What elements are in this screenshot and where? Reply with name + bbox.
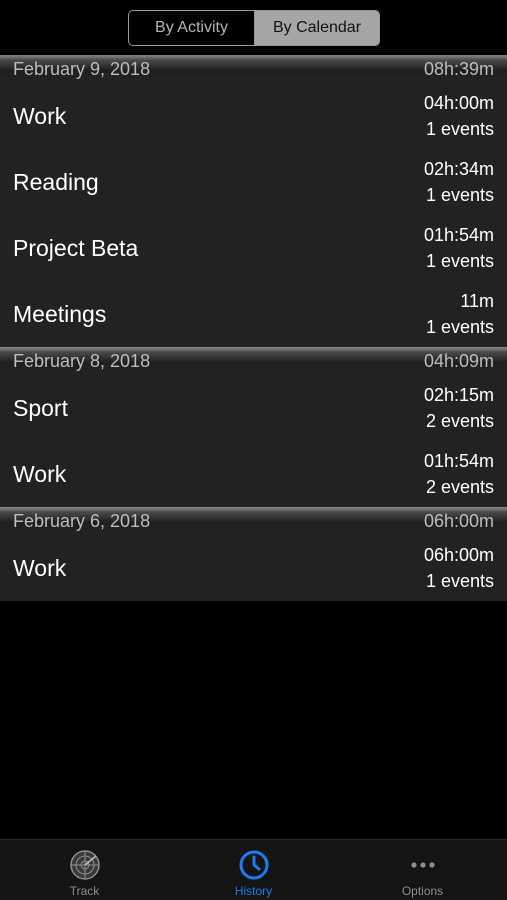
history-list: February 9, 2018 08h:39m Work 04h:00m 1 …: [0, 55, 507, 601]
section-date: February 9, 2018: [13, 58, 151, 79]
activity-duration: 11m: [460, 291, 494, 311]
tab-label: Track: [69, 884, 100, 898]
tab-label: History: [234, 884, 273, 898]
view-mode-segmented-control: By Activity By Calendar: [128, 10, 380, 46]
activity-name: Sport: [13, 394, 68, 421]
list-item[interactable]: Work 04h:00m 1 events: [0, 83, 507, 149]
activity-duration: 02h:34m: [423, 159, 494, 179]
activity-event-count: 2 events: [425, 411, 494, 431]
activity-name: Project Beta: [13, 234, 139, 261]
activity-event-count: 1 events: [425, 317, 494, 337]
activity-name: Meetings: [13, 300, 107, 327]
more-dots-icon: [410, 862, 435, 868]
by-calendar-segment[interactable]: By Calendar: [255, 11, 379, 45]
activity-duration: 02h:15m: [423, 385, 494, 405]
activity-event-count: 2 events: [425, 477, 494, 497]
list-item[interactable]: Reading 02h:34m 1 events: [0, 149, 507, 215]
activity-name: Work: [13, 102, 67, 129]
activity-name: Work: [13, 460, 67, 487]
tab-history[interactable]: History: [169, 840, 338, 900]
activity-event-count: 1 events: [425, 119, 494, 139]
activity-duration: 01h:54m: [423, 451, 494, 471]
tab-bar: Track History Options: [0, 839, 507, 900]
section-total: 06h:00m: [423, 510, 494, 531]
section-date: February 6, 2018: [13, 510, 151, 531]
radar-icon: [69, 850, 100, 880]
activity-event-count: 1 events: [425, 571, 494, 591]
list-item[interactable]: Work 06h:00m 1 events: [0, 535, 507, 601]
by-activity-segment[interactable]: By Activity: [129, 11, 255, 45]
section-header: February 9, 2018 08h:39m: [0, 55, 507, 83]
list-item[interactable]: Project Beta 01h:54m 1 events: [0, 215, 507, 281]
tab-options[interactable]: Options: [338, 840, 507, 900]
section-total: 04h:09m: [423, 350, 494, 371]
tab-label: Options: [401, 884, 444, 898]
activity-name: Work: [13, 554, 67, 581]
clock-icon: [239, 850, 268, 880]
tab-track[interactable]: Track: [0, 840, 169, 900]
section-header: February 8, 2018 04h:09m: [0, 347, 507, 375]
list-item[interactable]: Sport 02h:15m 2 events: [0, 375, 507, 441]
section-total: 08h:39m: [423, 58, 494, 79]
activity-event-count: 1 events: [425, 251, 494, 271]
list-item[interactable]: Meetings 11m 1 events: [0, 281, 507, 347]
activity-duration: 06h:00m: [423, 545, 494, 565]
section-header: February 6, 2018 06h:00m: [0, 507, 507, 535]
activity-duration: 01h:54m: [423, 225, 494, 245]
activity-name: Reading: [13, 168, 99, 195]
list-item[interactable]: Work 01h:54m 2 events: [0, 441, 507, 507]
section-date: February 8, 2018: [13, 350, 151, 371]
activity-event-count: 1 events: [425, 185, 494, 205]
activity-duration: 04h:00m: [423, 93, 494, 113]
